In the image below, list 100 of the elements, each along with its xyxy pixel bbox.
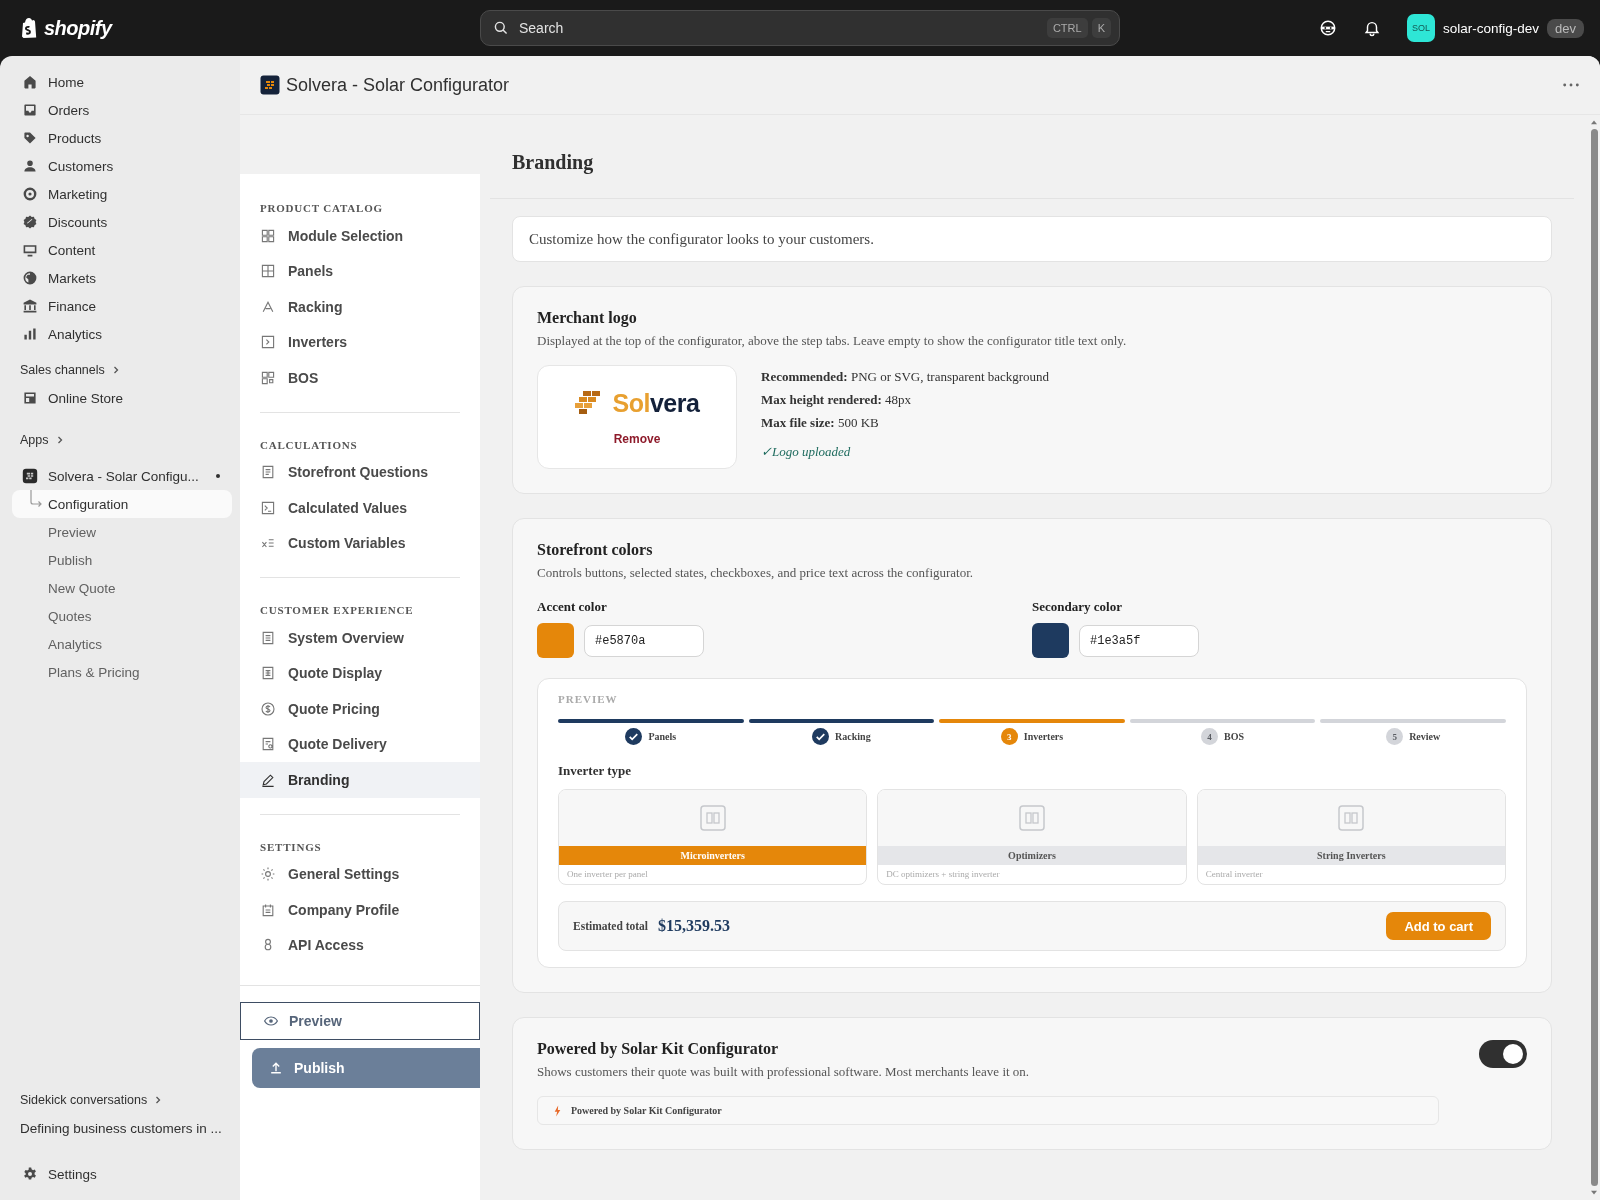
lightning-icon [554, 1104, 561, 1117]
nav-subitem[interactable]: New Quote [12, 574, 232, 602]
check-circle-icon [812, 728, 830, 745]
sidebar-item[interactable]: Inverters [240, 324, 480, 360]
preview-button[interactable]: Preview [240, 1002, 480, 1040]
store-icon [22, 390, 38, 406]
app-name[interactable]: Solvera - Solar Configu... [48, 468, 206, 484]
sidebar-item[interactable]: System Overview [240, 620, 480, 656]
apps-heading[interactable]: Apps [20, 433, 49, 447]
option-name: Optimizers [878, 846, 1186, 865]
sidebar-item[interactable]: Quote Pricing [240, 691, 480, 727]
sidebar-item[interactable]: Storefront Questions [240, 454, 480, 490]
nav-item[interactable]: Analytics [12, 320, 232, 348]
nav-item[interactable]: Discounts [12, 208, 232, 236]
nav-item[interactable]: Online Store [12, 384, 232, 412]
scrollbar-thumb[interactable] [1590, 129, 1598, 1186]
nav-subitem[interactable]: Quotes [12, 602, 232, 630]
pen-icon [260, 771, 276, 788]
nav-item[interactable]: Markets [12, 264, 232, 292]
option-name: Microinverters [559, 846, 867, 865]
nav-subitem[interactable]: Analytics [12, 630, 232, 658]
settings-link[interactable]: Settings [12, 1160, 232, 1188]
sidebar-item[interactable]: Racking [240, 289, 480, 325]
document-icon [260, 629, 276, 646]
app-title: Solvera - Solar Configurator [286, 74, 511, 96]
bell-icon[interactable] [1363, 19, 1381, 37]
card-description: Displayed at the top of the configurator, above the step tabs. Leave empty to show the configurator title text only. [537, 333, 1128, 349]
nav-item[interactable]: Home [12, 68, 232, 96]
page-title: Branding [490, 115, 1574, 199]
sidekick-heading[interactable]: Sidekick conversations [20, 1093, 148, 1107]
spec-text: Recommended: PNG or SVG, transparent background [761, 369, 1050, 385]
sidebar-item[interactable]: Company Profile [240, 892, 480, 928]
store-avatar[interactable]: SOL [1407, 14, 1435, 42]
image-placeholder-icon [699, 805, 726, 831]
nav-item[interactable]: Finance [12, 292, 232, 320]
step-label: Review [1409, 731, 1441, 742]
terminal-icon [260, 499, 276, 516]
bar-chart-icon [22, 326, 38, 342]
sales-channels-heading[interactable]: Sales channels [20, 363, 105, 377]
badge-text: Powered by Solar Kit Configurator [571, 1105, 722, 1116]
more-icon[interactable] [1562, 82, 1580, 88]
app-logo-icon [260, 75, 280, 95]
hex-input[interactable]: #e5870a [584, 624, 704, 657]
upload-status: ✓Logo uploaded [761, 444, 852, 460]
remove-link[interactable]: Remove [613, 431, 661, 446]
document-icon [260, 464, 276, 481]
monitor-icon [22, 242, 38, 258]
person-icon [22, 158, 38, 174]
sidekick-icon[interactable] [1319, 19, 1337, 37]
option-card[interactable]: Optimizers DC optimizers + string inverter [877, 789, 1187, 885]
color-label: Secondary color [1032, 599, 1123, 615]
sidebar-item[interactable]: Calculated Values [240, 490, 480, 526]
nav-item[interactable]: Customers [12, 152, 232, 180]
nav-item[interactable]: Content [12, 236, 232, 264]
color-swatch[interactable] [537, 623, 574, 658]
card-description: Controls buttons, selected states, checkboxes, and price text across the configurator. [537, 565, 975, 581]
card-title: Merchant logo [537, 309, 638, 327]
option-name: String Inverters [1197, 846, 1505, 865]
scroll-up-icon[interactable] [1590, 119, 1598, 125]
sidebar-item[interactable]: Panels [240, 253, 480, 289]
home-icon [22, 74, 38, 90]
conversation-link[interactable]: Defining business customers in ... [12, 1114, 232, 1142]
toggle-switch[interactable] [1479, 1040, 1527, 1068]
color-swatch[interactable] [1032, 623, 1069, 658]
sidebar-item[interactable]: BOS [240, 360, 480, 396]
nav-item[interactable]: Products [12, 124, 232, 152]
search-field[interactable]: Search CTRL K [480, 10, 1120, 46]
inverter-icon [260, 334, 276, 351]
nav-subitem[interactable]: Preview [12, 518, 232, 546]
sidebar-item[interactable]: Branding [240, 762, 480, 798]
image-placeholder-icon [1338, 805, 1365, 831]
sidebar-item[interactable]: Custom Variables [240, 525, 480, 561]
search-input[interactable]: Search [517, 19, 1039, 37]
panel-icon [260, 263, 276, 280]
nav-item[interactable]: Marketing [12, 180, 232, 208]
nav-subitem[interactable]: Publish [12, 546, 232, 574]
card-description: Shows customers their quote was built with professional software. Most merchants leave it on. [537, 1064, 1030, 1080]
sidebar-item[interactable]: Quote Delivery [240, 726, 480, 762]
nav-item[interactable]: Orders [12, 96, 232, 124]
spec-text: Max height rendered: 48px [761, 392, 913, 408]
globe-icon [22, 270, 38, 286]
brand-logo[interactable]: shopify [44, 16, 112, 40]
nav-subitem[interactable]: Plans & Pricing [12, 658, 232, 686]
card-title: Powered by Solar Kit Configurator [537, 1040, 780, 1058]
inbox-icon [22, 102, 38, 118]
sidebar-item[interactable]: API Access [240, 927, 480, 963]
sidebar-item[interactable]: Quote Display [240, 655, 480, 691]
hex-input[interactable]: #1e3a5f [1079, 624, 1199, 657]
publish-button[interactable]: Publish [252, 1048, 480, 1088]
eye-icon [263, 1013, 279, 1029]
sidebar-item[interactable]: Module Selection [240, 218, 480, 254]
section-heading: CALCULATIONS [260, 437, 359, 453]
scroll-down-icon[interactable] [1590, 1190, 1598, 1196]
document-icon [260, 736, 276, 753]
option-card[interactable]: String Inverters Central inverter [1196, 789, 1506, 885]
step-label: Panels [648, 731, 677, 742]
store-badge: dev [1547, 18, 1584, 38]
sidebar-item[interactable]: General Settings [240, 856, 480, 892]
store-name[interactable]: solar-config-dev [1443, 20, 1540, 36]
nav-subitem[interactable]: Configuration [12, 490, 232, 518]
